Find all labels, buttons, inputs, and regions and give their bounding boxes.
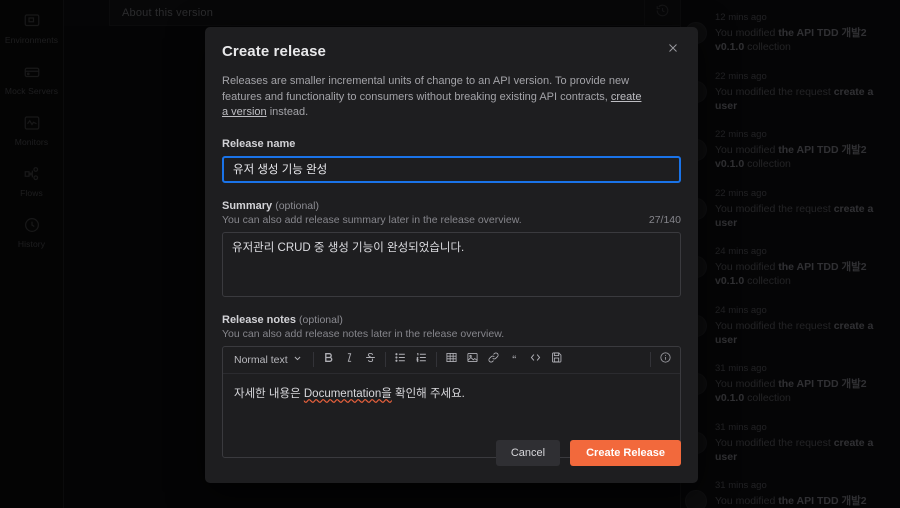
code-icon (529, 351, 542, 369)
release-notes-optional-text: (optional) (299, 313, 343, 326)
bold-button[interactable] (318, 349, 339, 370)
notes-text-after: 확인해 주세요. (391, 387, 465, 400)
toolbar-divider (435, 352, 437, 367)
bulleted-list-button[interactable] (390, 349, 411, 370)
image-button[interactable] (462, 349, 483, 370)
image-icon (466, 351, 479, 369)
link-button[interactable] (483, 349, 504, 370)
text-style-dropdown[interactable]: Normal text (227, 349, 309, 370)
description-text-1: Releases are smaller incremental units o… (222, 75, 630, 103)
description-text-2: instead. (266, 106, 309, 118)
summary-label: Summary (optional) (222, 200, 681, 212)
quote-button[interactable]: “ (504, 349, 525, 370)
summary-character-counter: 27/140 (648, 213, 681, 226)
save-icon (550, 351, 563, 369)
release-notes-sublabel: You can also add release notes later in … (222, 327, 505, 340)
italic-button[interactable] (339, 349, 360, 370)
summary-label-text: Summary (222, 199, 273, 212)
cancel-button[interactable]: Cancel (495, 440, 561, 466)
toolbar-divider (650, 352, 651, 367)
table-button[interactable] (441, 349, 462, 370)
table-icon (445, 351, 458, 369)
close-button[interactable] (664, 41, 682, 59)
create-release-dialog: Create release Releases are smaller incr… (205, 27, 698, 483)
dialog-description: Releases are smaller incremental units o… (222, 74, 648, 121)
create-release-button[interactable]: Create Release (570, 440, 681, 466)
numbered-list-icon (415, 351, 428, 369)
release-name-label: Release name (222, 137, 296, 150)
dialog-actions: Cancel Create Release (495, 440, 681, 466)
strikethrough-icon (364, 351, 377, 369)
toolbar-divider (384, 352, 386, 367)
code-button[interactable] (525, 349, 546, 370)
editor-info-button[interactable] (655, 349, 676, 370)
dialog-title: Create release (222, 43, 326, 60)
numbered-list-button[interactable] (411, 349, 432, 370)
summary-optional-text: (optional) (275, 199, 319, 212)
release-notes-sublabel-row: You can also add release notes later in … (222, 328, 681, 340)
app-root: Environments Mock Servers Monitors Flows (0, 0, 900, 508)
summary-sublabel-row: You can also add release summary later i… (222, 214, 681, 226)
link-icon (487, 351, 500, 369)
close-icon (667, 41, 679, 59)
toolbar-divider (312, 352, 314, 367)
release-notes-label-text: Release notes (222, 313, 296, 326)
info-icon (659, 351, 672, 369)
editor-toolbar: Normal text “ (223, 347, 680, 374)
release-notes-label: Release notes (optional) (222, 314, 681, 326)
bold-icon (322, 351, 335, 369)
text-style-value: Normal text (234, 353, 288, 366)
bulleted-list-icon (394, 351, 407, 369)
quote-icon: “ (512, 352, 517, 367)
release-notes-body[interactable]: 자세한 내용은 Documentation을 확인해 주세요. (223, 374, 680, 415)
strikethrough-button[interactable] (360, 349, 381, 370)
notes-text-before: 자세한 내용은 (234, 387, 304, 400)
italic-icon (343, 351, 356, 369)
summary-textarea[interactable]: 유저관리 CRUD 중 생성 기능이 완성되었습니다. (222, 231, 681, 297)
chevron-down-icon (293, 354, 302, 366)
release-name-input[interactable] (222, 155, 681, 183)
summary-sublabel: You can also add release summary later i… (222, 213, 522, 226)
save-snippet-button[interactable] (546, 349, 567, 370)
notes-spellcheck-word: Documentation을 (303, 387, 392, 400)
